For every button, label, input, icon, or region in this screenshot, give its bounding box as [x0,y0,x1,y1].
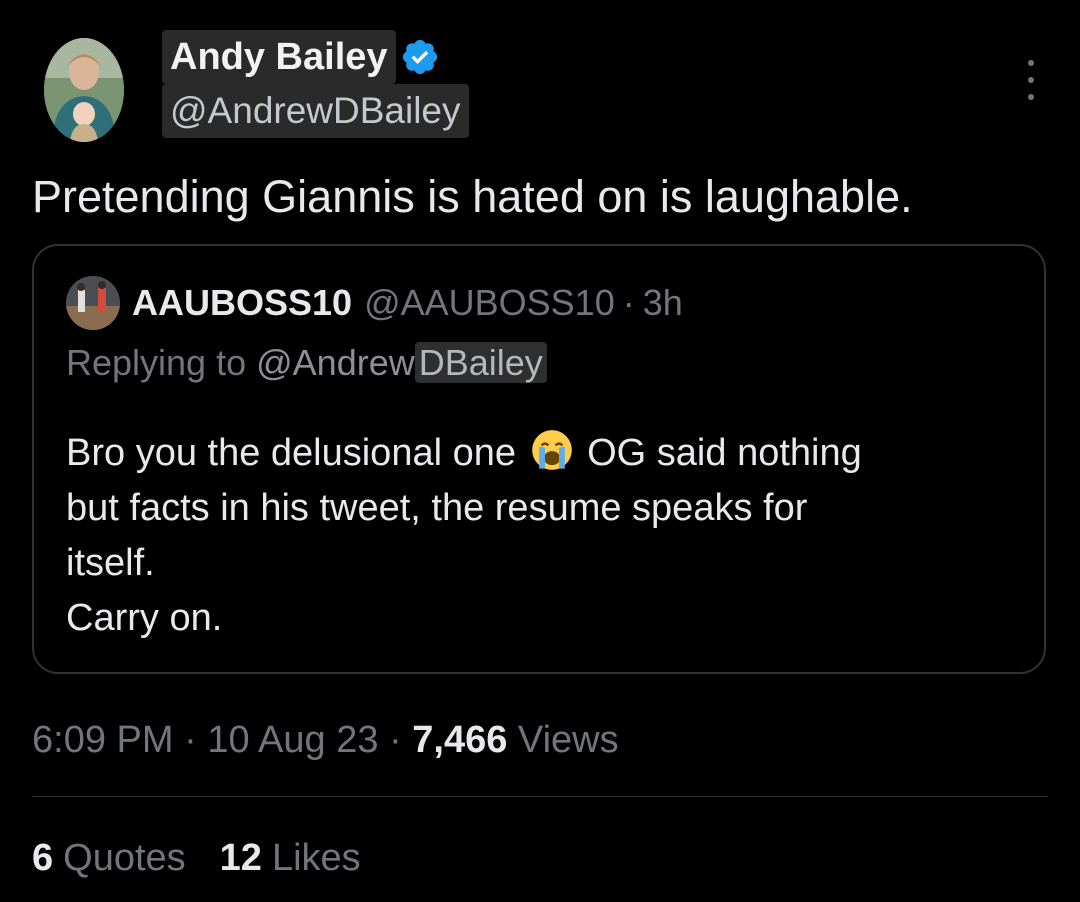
quoted-body-line: Carry on. [66,597,223,639]
replying-to-line: Replying to @Andrew DBailey [66,336,547,390]
quoted-body: Bro you the delusional one OG said nothi… [66,426,862,646]
author-handle[interactable]: @AndrewDBailey [162,84,469,138]
quoted-body-line: but facts in his tweet, the resume speak… [66,487,808,529]
likes-stat[interactable]: 12 Likes [220,830,361,886]
tweet-text: Pretending Giannis is hated on is laugha… [32,171,913,222]
more-dot-icon [1028,94,1034,100]
more-options-button[interactable] [1016,60,1046,100]
more-dot-icon [1028,60,1034,66]
replying-prefix: Replying to [66,342,257,383]
quoted-body-line: itself. [66,542,155,584]
more-dot-icon [1028,77,1034,83]
divider [32,796,1048,797]
quoted-body-text: OG said nothing [587,432,862,474]
views-count: 7,466 [412,719,508,761]
quotes-stat[interactable]: 6 Quotes [32,830,186,886]
replying-mention-part1[interactable]: @Andrew [256,342,415,383]
quoted-timestamp[interactable]: 3h [643,282,683,324]
verified-badge-icon [402,39,437,75]
author-avatar[interactable] [44,38,124,142]
quoted-handle[interactable]: @AAUBOSS10 [364,282,615,324]
loudly-crying-face-icon [531,430,572,470]
tweet-time[interactable]: 6:09 PM [32,719,174,761]
quoted-body-text: Bro you the delusional one [66,432,516,474]
author-name-row: Andy Bailey [162,30,440,84]
quotes-label: Quotes [63,837,186,879]
likes-count: 12 [219,837,262,879]
quoted-tweet-card[interactable]: AAUBOSS10 @AAUBOSS10 · 3h Replying to @A… [32,244,1046,674]
author-display-name[interactable]: Andy Bailey [162,30,396,84]
separator-dot: · [184,719,197,761]
tweet-date[interactable]: 10 Aug 23 [207,719,378,761]
separator-dot: · [622,282,635,323]
views-label: Views [517,719,619,761]
quotes-count: 6 [32,837,54,879]
replying-mention-part2[interactable]: DBailey [414,342,547,383]
quoted-header: AAUBOSS10 @AAUBOSS10 · 3h [132,276,683,330]
likes-label: Likes [271,837,361,879]
tweet-meta: 6:09 PM · 10 Aug 23 · 7,466 Views [32,712,619,768]
engagement-stats: 6 Quotes 12 Likes [32,830,395,886]
quoted-display-name[interactable]: AAUBOSS10 [132,282,352,324]
quoted-author-avatar[interactable] [66,276,120,330]
separator-dot: · [389,719,402,761]
quoted-body-line: Bro you the delusional one OG said nothi… [66,426,862,481]
